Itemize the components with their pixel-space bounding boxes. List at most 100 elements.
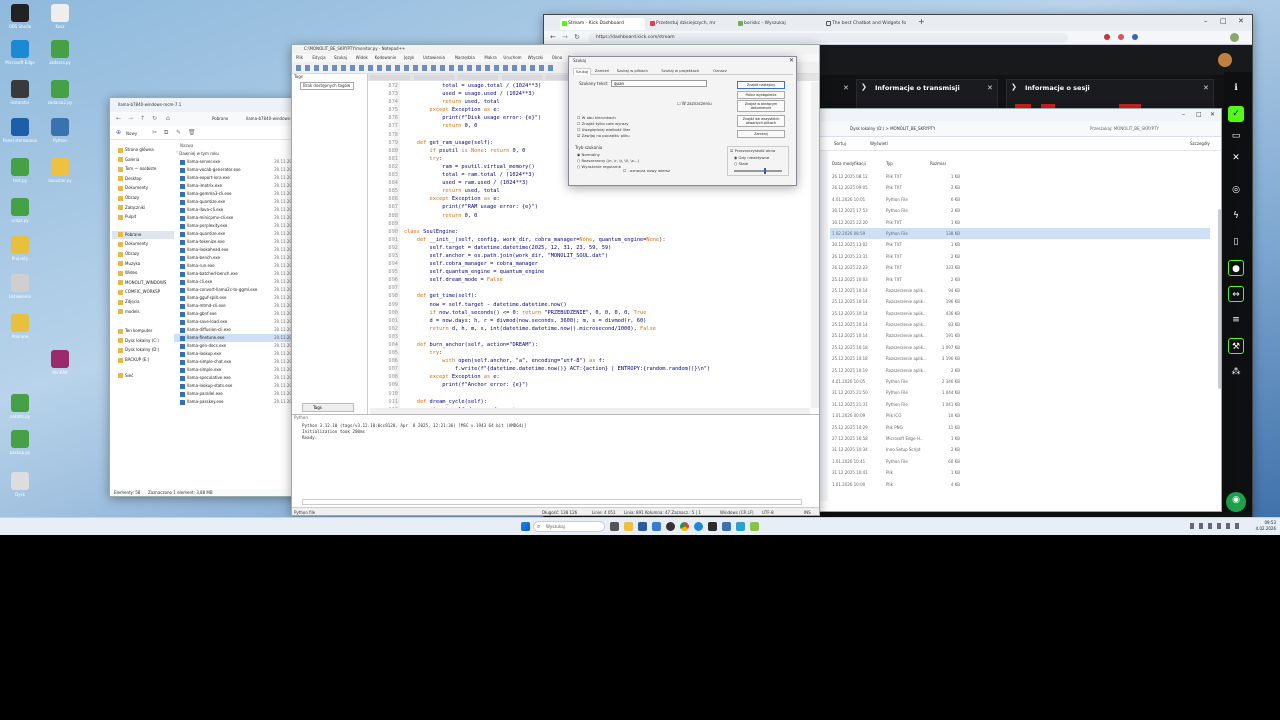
- extension-icon[interactable]: [1118, 34, 1124, 40]
- slider-thumb[interactable]: [764, 168, 766, 174]
- dialog-button[interactable]: Zamknij: [737, 130, 785, 138]
- file-row[interactable]: llama-server.exe 20.11.2025: [174, 158, 299, 166]
- file-row[interactable]: llama-convert-llama2c-to-ggml.exe 20.11.2…: [174, 286, 299, 294]
- target-icon[interactable]: ◎: [1228, 182, 1244, 198]
- file-row[interactable]: 31.12.2025 21:31 Python File 1 041 KB: [830, 399, 1210, 410]
- doc-tab[interactable]: [502, 75, 542, 80]
- file-row[interactable]: llama-diffusion-cli.exe 20.11.2025: [174, 326, 299, 334]
- sidebar-item[interactable]: Sieć: [112, 372, 174, 380]
- desktop-shortcut[interactable]: OBS Studio: [0, 4, 40, 29]
- file-row[interactable]: llama-imatrix.exe 20.11.2025: [174, 182, 299, 190]
- file-row[interactable]: 26.12.2025 23:31 Plik TXT 2 KB: [830, 251, 1210, 262]
- new-tab-icon[interactable]: +: [918, 17, 925, 26]
- taskbar-search[interactable]: ⌕ Wyszukaj: [533, 521, 605, 532]
- sort-button[interactable]: Sortuj: [834, 141, 846, 147]
- menu-item[interactable]: Kodowanie: [375, 55, 397, 61]
- sidebar-item[interactable]: Obrazy: [112, 250, 174, 258]
- file-row[interactable]: llama-perplexity.exe 20.11.2025: [174, 222, 299, 230]
- desktop-shortcut[interactable]: notatki.py: [0, 394, 40, 419]
- toolbar-icons[interactable]: [296, 65, 556, 71]
- file-row[interactable]: 30.12.2025 17:53 Python File 2 KB: [830, 205, 1210, 216]
- link-icon[interactable]: ⇔: [1228, 286, 1244, 302]
- file-row[interactable]: llama-quantize.exe 20.11.2025: [174, 230, 299, 238]
- desktop-shortcut[interactable]: Ustawienia: [0, 274, 40, 299]
- desktop-shortcut[interactable]: zadania2.py: [40, 80, 80, 105]
- transparency-checkbox[interactable]: ☑ Przezroczystość okna: [730, 148, 775, 153]
- close-icon[interactable]: ✕: [1203, 84, 1209, 92]
- avatar[interactable]: [1218, 53, 1232, 67]
- minimize-icon[interactable]: –: [1204, 17, 1208, 25]
- chrome-icon[interactable]: [680, 522, 689, 531]
- file-row[interactable]: llama-mtmd-cli.exe 20.11.2025: [174, 302, 299, 310]
- column-header[interactable]: Nazwa: [174, 142, 299, 150]
- desktop-shortcut[interactable]: test.py: [0, 158, 40, 183]
- sidebar-item[interactable]: Galeria: [112, 156, 174, 164]
- rename-icon[interactable]: ✎: [176, 129, 181, 136]
- file-row[interactable]: 25.12.2025 10:14 Rozszerzenie aplik... 94 …: [830, 285, 1210, 296]
- menu-item[interactable]: Ustawienia: [423, 55, 445, 61]
- file-row[interactable]: 26.12.2025 08:12 Plik TXT 1 KB: [830, 171, 1210, 182]
- menu-item[interactable]: Uruchom: [503, 55, 521, 61]
- maximize-icon[interactable]: □: [1196, 111, 1202, 118]
- bolt-icon[interactable]: ϟ: [1228, 208, 1244, 224]
- file-row[interactable]: llama-passkey.exe 20.11.2025: [174, 398, 299, 406]
- file-row[interactable]: llama-gbnf.exe 20.11.2025: [174, 310, 299, 318]
- file-row[interactable]: 25.12.2025 10:19 Rozszerzenie aplik... 2 K…: [830, 365, 1210, 376]
- desktop-shortcut[interactable]: Python: [40, 118, 80, 143]
- file-row[interactable]: llama-quantize.exe 20.11.2025: [174, 198, 299, 206]
- file-row[interactable]: llama-lookup.exe 20.11.2025: [174, 350, 299, 358]
- minimize-icon[interactable]: –: [1182, 111, 1185, 118]
- home-icon[interactable]: ⌂: [166, 115, 170, 122]
- menu-item[interactable]: Szukaj: [334, 55, 347, 61]
- terminal-icon[interactable]: [708, 522, 717, 531]
- option-checkbox[interactable]: ☑ Zawijaj na początku pliku: [577, 133, 677, 139]
- sidebar-item[interactable]: COMFIC_WORKSP: [112, 288, 174, 296]
- file-row[interactable]: 27.12.2025 16:58 Microsoft Edge H... 1 KB: [830, 433, 1210, 444]
- doc-tab[interactable]: [370, 75, 410, 80]
- file-row[interactable]: llama-gemma3-cli.exe 20.11.2025: [174, 190, 299, 198]
- desktop-shortcut[interactable]: Microsoft Edge: [0, 40, 40, 65]
- dialog-button[interactable]: Znajdź we wszystkich otwartych plikach: [737, 115, 785, 127]
- file-row[interactable]: llama-simple-chat.exe 20.11.2025: [174, 358, 299, 366]
- obs-icon[interactable]: [666, 522, 675, 531]
- desktop-shortcut[interactable]: backup.py: [0, 430, 40, 455]
- menu-item[interactable]: Plik: [296, 55, 303, 61]
- scrollbar[interactable]: [1218, 209, 1221, 389]
- file-row[interactable]: 25.12.2025 10:14 Rozszerzenie aplik... 83 …: [830, 319, 1210, 330]
- file-row[interactable]: 30.12.2025 22:20 Plik TXT 1 KB: [830, 217, 1210, 228]
- file-row[interactable]: 30.12.2025 13:02 Plik TXT 1 KB: [830, 239, 1210, 250]
- chat-icon[interactable]: ●: [1228, 260, 1244, 276]
- tray-icons[interactable]: [1190, 523, 1240, 529]
- extension-icon[interactable]: [1132, 34, 1138, 40]
- sidebar-item[interactable]: Muzyka: [112, 260, 174, 268]
- file-row[interactable]: 25.12.2025 14:29 Plik PNG 11 KB: [830, 422, 1210, 433]
- browser-tab[interactable]: The best Chatbot and Widgets fo: [824, 18, 914, 30]
- file-row[interactable]: llama-finetune.exe 20.11.2025: [174, 334, 299, 342]
- close-icon[interactable]: ✕: [1210, 111, 1215, 118]
- back-icon[interactable]: ←: [550, 33, 556, 41]
- browser-tab[interactable]: Stream - Kick Dashboard: [560, 18, 645, 30]
- file-row[interactable]: 25.12.2025 10:14 Rozszerzenie aplik... 191…: [830, 330, 1210, 341]
- start-icon[interactable]: [521, 522, 530, 531]
- desktop-shortcut[interactable]: Panel sterowania: [0, 118, 40, 143]
- maximize-icon[interactable]: □: [1220, 17, 1227, 25]
- close-icon[interactable]: ✕: [987, 84, 993, 92]
- forward-icon[interactable]: →: [562, 33, 568, 41]
- file-row[interactable]: llama-gen-docs.exe 20.11.2025: [174, 342, 299, 350]
- app-icon[interactable]: [736, 522, 745, 531]
- file-row[interactable]: llama-batched-bench.exe 20.11.2025: [174, 270, 299, 278]
- back-icon[interactable]: ←: [116, 115, 121, 122]
- breadcrumb[interactable]: Dysk lokalny (D:) > MONOLIT_BE_SKRYPTY: [850, 126, 935, 132]
- dialog-tab[interactable]: Szukaj w plikach: [617, 68, 648, 74]
- sidebar-item[interactable]: Tom — osobiste: [112, 165, 174, 173]
- forward-icon[interactable]: →: [128, 115, 133, 122]
- doc-tab[interactable]: [458, 75, 498, 80]
- panel-bottom-tab[interactable]: Tags: [302, 403, 354, 412]
- file-row[interactable]: llama-bench.exe 20.11.2025: [174, 254, 299, 262]
- file-row[interactable]: 25.12.2025 10:18 Rozszerzenie aplik... 1 0…: [830, 342, 1210, 353]
- desktop-shortcut[interactable]: Pobrane: [0, 314, 40, 339]
- dialog-button[interactable]: Policz wystąpienia: [737, 91, 785, 99]
- browser-tab[interactable]: Przetestuj dzisiejszych, mr: [648, 18, 733, 30]
- phone-icon[interactable]: ▯: [1228, 234, 1244, 250]
- close-icon[interactable]: ✕: [1228, 150, 1244, 166]
